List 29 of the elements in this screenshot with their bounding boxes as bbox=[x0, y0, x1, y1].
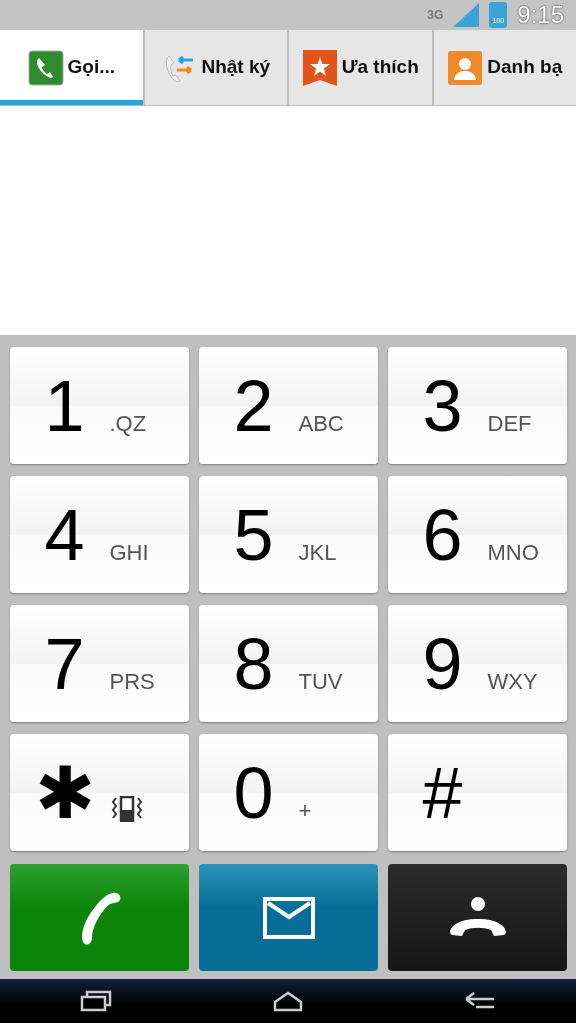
tab[interactable]: Nhật ký bbox=[142, 30, 287, 105]
envelope-icon bbox=[262, 896, 315, 939]
contact-icon bbox=[447, 49, 484, 86]
dial-key[interactable]: ✱ bbox=[10, 734, 189, 851]
network-label: 3G bbox=[427, 9, 444, 21]
dial-key[interactable]: 9 WXY bbox=[388, 605, 567, 722]
dial-key[interactable]: 3 DEF bbox=[388, 347, 567, 464]
dial-key[interactable]: 1 .QZ bbox=[10, 347, 189, 464]
message-button[interactable] bbox=[199, 864, 378, 971]
dial-key[interactable]: 5 JKL bbox=[199, 476, 378, 593]
dial-key[interactable]: 8 TUV bbox=[199, 605, 378, 722]
tab[interactable]: Danh bạ bbox=[431, 30, 576, 105]
star-ribbon-icon bbox=[301, 48, 338, 87]
phone-icon bbox=[27, 49, 64, 86]
hang-up-icon bbox=[448, 896, 507, 939]
clock: 9:15 bbox=[517, 0, 564, 30]
dial-key[interactable]: 2 ABC bbox=[199, 347, 378, 464]
tab[interactable]: Ưa thích bbox=[287, 30, 432, 105]
call-button[interactable] bbox=[10, 864, 189, 971]
recent-apps-button[interactable] bbox=[80, 990, 112, 1012]
dial-key[interactable]: 7 PRS bbox=[10, 605, 189, 722]
dial-key[interactable]: # bbox=[388, 734, 567, 851]
vibrate-icon bbox=[109, 796, 144, 823]
signal-icon bbox=[453, 3, 480, 28]
dial-key[interactable]: 0 + bbox=[199, 734, 378, 851]
end-call-button[interactable] bbox=[388, 864, 567, 971]
dial-key[interactable]: 4 GHI bbox=[10, 476, 189, 593]
dial-key[interactable]: 6 MNO bbox=[388, 476, 567, 593]
home-button[interactable] bbox=[272, 990, 304, 1012]
